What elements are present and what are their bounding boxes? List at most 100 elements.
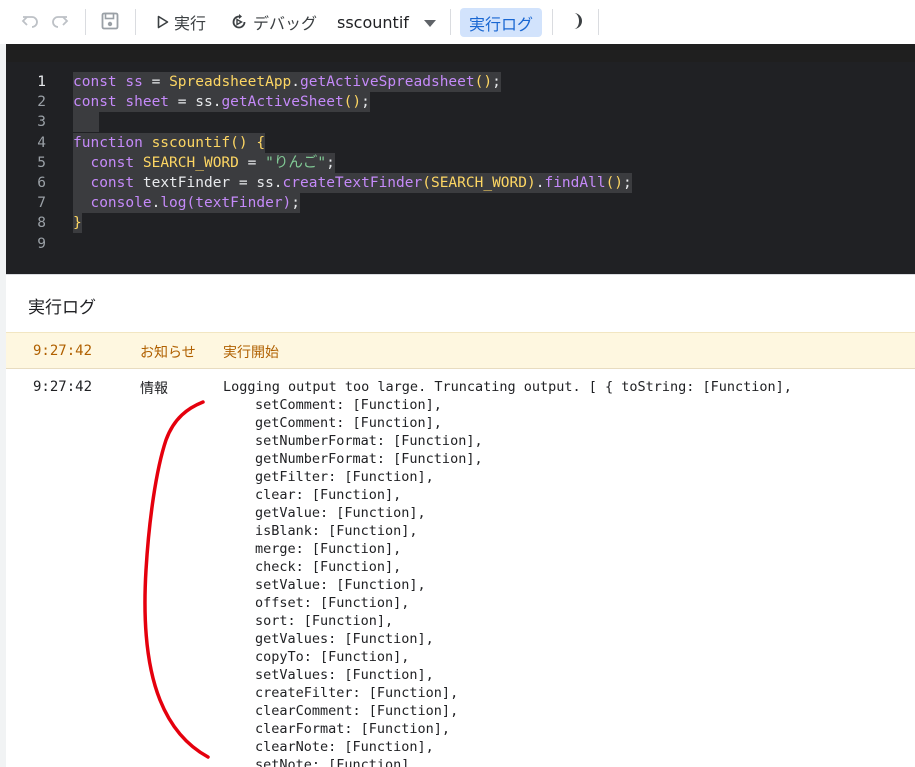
log-row-notice: 9:27:42 お知らせ 実行開始 [6,332,915,369]
run-label: 実行 [174,14,207,33]
toolbar: 実行 デバッグ sscountif 実行ログ [0,0,915,44]
log-message-line: getValues: [Function], [255,631,434,647]
code-text: const ss = SpreadsheetApp.getActiveSprea… [73,72,501,92]
code-text: const SEARCH_WORD = "りんご"; [73,152,335,173]
code-token: () [343,94,362,111]
log-message-line: copyTo: [Function], [255,649,410,665]
toolbar-divider [552,9,553,35]
log-message-line: clearNote: [Function], [255,739,434,755]
code-token: SEARCH_WORD [430,175,527,191]
code-token: () [605,175,624,191]
code-token: SEARCH_WORD [142,154,239,171]
line-number: 2 [37,94,46,111]
code-line[interactable]: 5 const SEARCH_WORD = "りんご"; [6,152,915,173]
code-token: () { [230,134,266,151]
play-icon [157,15,169,29]
code-line[interactable]: 8} [6,213,915,234]
code-token: const [90,175,143,191]
code-token: ; [291,195,301,212]
save-icon[interactable] [99,10,121,32]
code-token: = [142,74,170,90]
code-token: findAll [544,175,606,191]
code-text: function sscountif() { [73,132,266,153]
code-token: const [73,74,126,90]
code-token: ss [125,74,143,90]
code-line[interactable]: 1 const ss = SpreadsheetApp.getActiveSpre… [6,72,915,92]
line-number: 5 [37,154,46,171]
code-token: ( [422,175,431,191]
code-token: ) [527,175,536,191]
log-message-line: clearComment: [Function], [255,703,459,719]
log-message-line: getNumberFormat: [Function], [255,451,483,467]
code-token: textFinder = ss. [142,175,283,191]
log-message: 実行開始 [223,345,279,361]
code-token: log [160,195,187,212]
line-number: 8 [37,215,46,232]
code-token: ; [623,175,632,191]
line-number: 6 [37,175,46,191]
line-number: 3 [37,114,46,131]
debug-label: デバッグ [253,14,318,33]
log-time: 9:27:42 [33,379,93,395]
code-token: = [169,94,196,111]
code-token: () [474,74,493,90]
debug-button[interactable]: デバッグ [230,9,317,35]
code-editor[interactable]: 1 const ss = SpreadsheetApp.getActiveSpre… [6,44,915,274]
code-token: getActiveSheet [221,94,344,111]
log-message-line: setValues: [Function], [255,667,434,683]
code-token: ; [361,94,370,111]
toolbar-divider [135,9,136,35]
log-level: お知らせ [140,345,196,361]
code-token: (textFinder) [186,195,292,212]
log-row-info: 9:27:42 情報 Logging output too large. Tru… [6,369,915,767]
code-text: } [73,213,82,234]
code-line[interactable]: 7 console.log(textFinder); [6,193,915,214]
log-message-line: merge: [Function], [255,541,402,557]
execution-log-title: 実行ログ [28,298,96,318]
code-token: . [291,74,301,90]
run-button[interactable]: 実行 [157,9,206,35]
log-message-line: setComment: [Function], [255,397,442,413]
log-message-line: createFilter: [Function], [255,685,459,701]
code-token: sheet [125,94,170,111]
code-token: console [90,195,152,212]
undo-icon[interactable] [19,10,41,32]
log-time: 9:27:42 [33,343,93,359]
function-select[interactable]: sscountif [330,9,440,35]
code-line[interactable]: 3 [6,112,915,133]
code-token: "りんご" [265,154,327,171]
code-line[interactable]: 6 const textFinder = ss.createTextFinder… [6,173,915,193]
code-token: SpreadsheetApp [169,74,292,90]
code-token: const [73,94,126,111]
code-token: createTextFinder [282,175,423,191]
line-number: 4 [37,134,46,151]
editor-header-band [6,44,915,62]
execution-log-header: 実行ログ [6,274,915,332]
code-token: sscountif [151,134,231,151]
code-token: function [73,134,152,151]
code-line[interactable]: 2 const sheet = ss.getActiveSheet(); [6,92,915,113]
code-text: const textFinder = ss.createTextFinder(S… [73,173,632,193]
code-token: ; [492,74,501,90]
code-text [73,112,100,133]
code-line[interactable]: 9 [6,234,915,254]
code-token: = [238,154,266,171]
code-token: getActiveSpreadsheet [300,74,475,90]
execution-log-button[interactable]: 実行ログ [460,8,542,37]
code-text: const sheet = ss.getActiveSheet(); [73,92,370,113]
theme-moon-icon[interactable] [564,10,586,32]
redo-icon[interactable] [49,10,71,32]
function-select-value: sscountif [337,12,409,32]
log-message-line: setNumberFormat: [Function], [255,433,483,449]
log-message-line: getComment: [Function], [255,415,442,431]
log-level: 情報 [140,381,168,397]
code-token: const [90,154,143,171]
toolbar-divider [450,9,451,35]
code-line[interactable]: 4 function sscountif() { [6,132,915,153]
code-token: } [73,215,82,232]
log-message-line: offset: [Function], [255,595,410,611]
toolbar-divider [598,9,599,35]
log-message-line: clearFormat: [Function], [255,721,451,737]
